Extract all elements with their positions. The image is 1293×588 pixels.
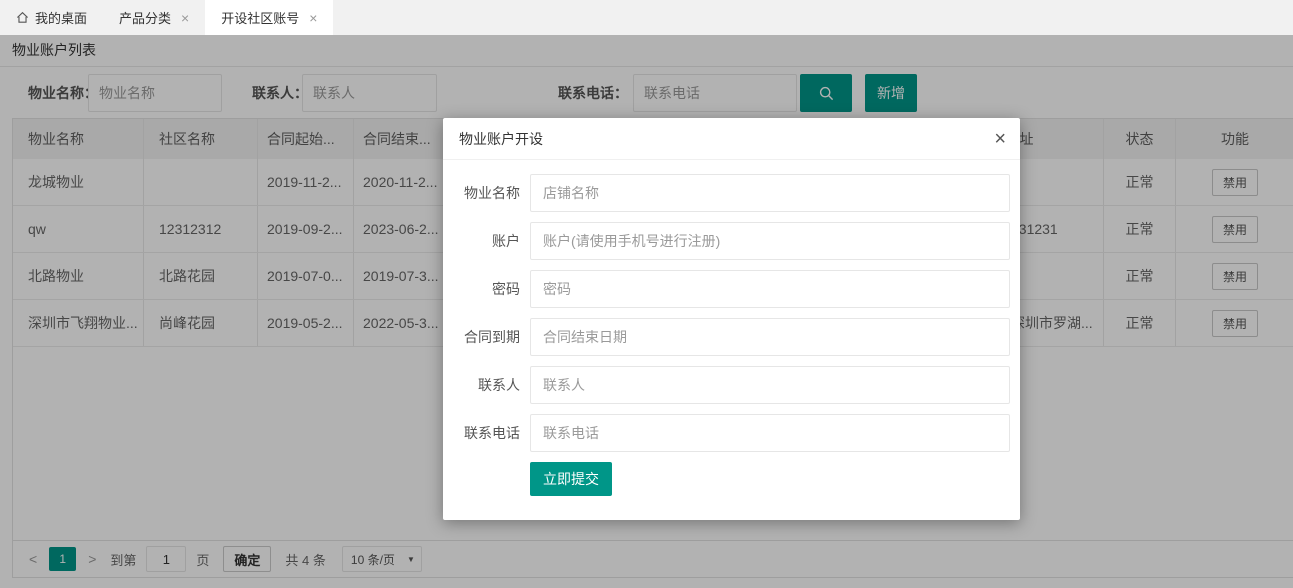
page-content: 物业账户列表 物业名称： 联系人： 联系电话： 新增 物业名称 社区名称 合同起 [0,35,1293,588]
modal-account-input[interactable] [530,222,1010,260]
tab-open-community-account[interactable]: 开设社区账号 × [205,0,333,35]
modal-property-name-input[interactable] [530,174,1010,212]
modal-password-input[interactable] [530,270,1010,308]
modal-contact-input[interactable] [530,366,1010,404]
modal-contract-end-label: 合同到期 [443,318,520,356]
modal-account-label: 账户 [443,222,520,260]
modal-title: 物业账户开设 [443,118,1020,160]
modal-phone-label: 联系电话 [443,414,520,452]
create-property-account-modal: 物业账户开设 × 物业名称 账户 密码 合同到期 联系人 联系电话 立即提交 [443,118,1020,520]
modal-contact-label: 联系人 [443,366,520,404]
close-icon[interactable]: × [181,11,189,25]
close-icon[interactable]: × [994,118,1006,160]
tab-label: 开设社区账号 [221,8,299,27]
tab-label: 我的桌面 [35,8,87,27]
home-icon [16,11,29,24]
close-icon[interactable]: × [309,11,317,25]
submit-button[interactable]: 立即提交 [530,462,612,496]
modal-password-label: 密码 [443,270,520,308]
app-window: 我的桌面 产品分类 × 开设社区账号 × 物业账户列表 物业名称： 联系人： 联… [0,0,1293,588]
tab-label: 产品分类 [119,8,171,27]
tab-bar: 我的桌面 产品分类 × 开设社区账号 × [0,0,1293,35]
modal-contract-end-input[interactable] [530,318,1010,356]
modal-phone-input[interactable] [530,414,1010,452]
modal-property-name-label: 物业名称 [443,174,520,212]
tab-my-desktop[interactable]: 我的桌面 [0,0,103,35]
tab-product-category[interactable]: 产品分类 × [103,0,205,35]
